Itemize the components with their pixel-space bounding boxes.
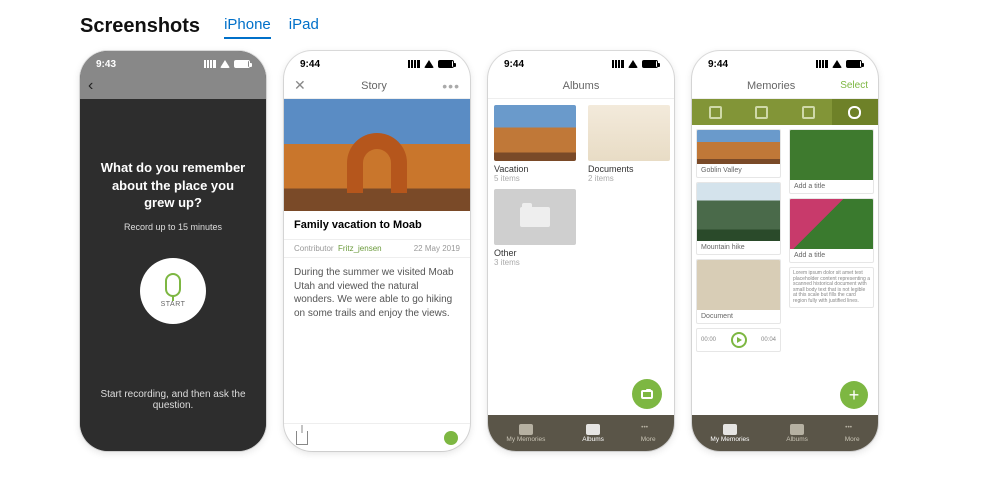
play-icon[interactable] [731, 332, 747, 348]
story-meta: Contributor Fritz_jensen 22 May 2019 [284, 240, 470, 258]
filter-photos[interactable] [692, 99, 739, 125]
filter-documents[interactable] [785, 99, 832, 125]
story-icon [755, 106, 768, 119]
battery-icon [438, 60, 454, 68]
filter-stories[interactable] [739, 99, 786, 125]
signal-icon [816, 60, 828, 68]
status-time: 9:43 [96, 59, 116, 70]
album-thumb [494, 105, 576, 161]
section-header: Screenshots iPhone iPad [0, 0, 1000, 45]
screenshot-4[interactable]: 9:44 Memories Select Goblin Valley Mount… [692, 51, 878, 451]
tab-more[interactable]: •••More [641, 424, 656, 443]
memory-card[interactable]: Add a title [789, 198, 874, 263]
tab-albums[interactable]: Albums [582, 424, 604, 443]
memory-card[interactable]: Mountain hike [696, 182, 781, 255]
wifi-icon [628, 60, 638, 68]
tab-more[interactable]: •••More [845, 424, 860, 443]
tab-ipad[interactable]: iPad [289, 16, 319, 39]
memory-card[interactable]: Goblin Valley [696, 129, 781, 178]
prompt-question: What do you remember about the place you… [96, 159, 250, 212]
filter-toolbar [692, 99, 878, 125]
nav-title: Memories [747, 80, 795, 92]
story-hero-image [284, 99, 470, 211]
album-vacation[interactable]: Vacation 5 items [494, 105, 576, 183]
record-hint: Record up to 15 minutes [124, 222, 222, 232]
wifi-icon [832, 60, 842, 68]
document-icon [802, 106, 815, 119]
battery-icon [642, 60, 658, 68]
folder-icon [494, 189, 576, 245]
status-bar: 9:44 [488, 51, 674, 73]
nav-bar: ✕ Story ••• [284, 73, 470, 99]
signal-icon [612, 60, 624, 68]
screenshot-row: 9:43 ‹ What do you remember about the pl… [0, 45, 1000, 451]
nav-bar: ‹ [80, 73, 266, 99]
select-button[interactable]: Select [840, 80, 868, 91]
screenshot-1[interactable]: 9:43 ‹ What do you remember about the pl… [80, 51, 266, 451]
battery-icon [846, 60, 862, 68]
more-icon[interactable]: ••• [442, 78, 460, 94]
story-date: 22 May 2019 [414, 244, 460, 253]
status-bar: 9:44 [284, 51, 470, 73]
wifi-icon [424, 60, 434, 68]
section-title: Screenshots [80, 15, 200, 38]
nav-bar: Memories Select [692, 73, 878, 99]
tab-bar: My Memories Albums •••More [488, 415, 674, 451]
memory-card[interactable]: Document [696, 259, 781, 324]
bottom-toolbar [284, 423, 470, 451]
wifi-icon [220, 60, 230, 68]
tab-my-memories[interactable]: My Memories [506, 424, 545, 443]
audio-icon [848, 106, 861, 119]
memory-card-text[interactable]: Lorem ipsum dolor sit amet text placehol… [789, 267, 874, 308]
status-time: 9:44 [708, 59, 728, 70]
signal-icon [408, 60, 420, 68]
share-icon[interactable] [296, 431, 308, 445]
story-title: Family vacation to Moab [284, 211, 470, 240]
filter-audio[interactable] [832, 99, 879, 125]
nav-title: Story [361, 80, 387, 92]
camera-icon [641, 390, 653, 399]
battery-icon [234, 60, 250, 68]
status-bar: 9:43 [80, 51, 266, 73]
start-record-button[interactable]: START [140, 258, 206, 324]
photo-icon [709, 106, 722, 119]
album-other[interactable]: Other 3 items [494, 189, 576, 267]
add-fab[interactable]: + [840, 381, 868, 409]
camera-fab[interactable] [632, 379, 662, 409]
globe-icon[interactable] [444, 431, 458, 445]
screenshot-2[interactable]: 9:44 ✕ Story ••• Family vacation to Moab… [284, 51, 470, 451]
story-description: During the summer we visited Moab Utah a… [284, 258, 470, 328]
tab-iphone[interactable]: iPhone [224, 16, 271, 39]
start-label: START [161, 301, 186, 308]
album-documents[interactable]: Documents 2 items [588, 105, 670, 267]
microphone-icon [165, 273, 181, 297]
nav-title: Albums [488, 73, 674, 99]
status-time: 9:44 [300, 59, 320, 70]
device-tabs: iPhone iPad [224, 14, 319, 39]
screenshot-3[interactable]: 9:44 Albums Vacation 5 items Other 3 ite… [488, 51, 674, 451]
tab-my-memories[interactable]: My Memories [710, 424, 749, 443]
album-thumb [588, 105, 670, 161]
footer-hint: Start recording, and then ask the questi… [96, 389, 250, 411]
contributor-name: Fritz_jensen [338, 244, 382, 253]
audio-card[interactable]: 00:0000:04 [696, 328, 781, 352]
signal-icon [204, 60, 216, 68]
status-bar: 9:44 [692, 51, 878, 73]
memory-card[interactable]: Add a title [789, 129, 874, 194]
tab-albums[interactable]: Albums [786, 424, 808, 443]
status-time: 9:44 [504, 59, 524, 70]
back-icon[interactable]: ‹ [88, 77, 93, 95]
tab-bar: My Memories Albums •••More [692, 415, 878, 451]
close-icon[interactable]: ✕ [294, 77, 306, 94]
